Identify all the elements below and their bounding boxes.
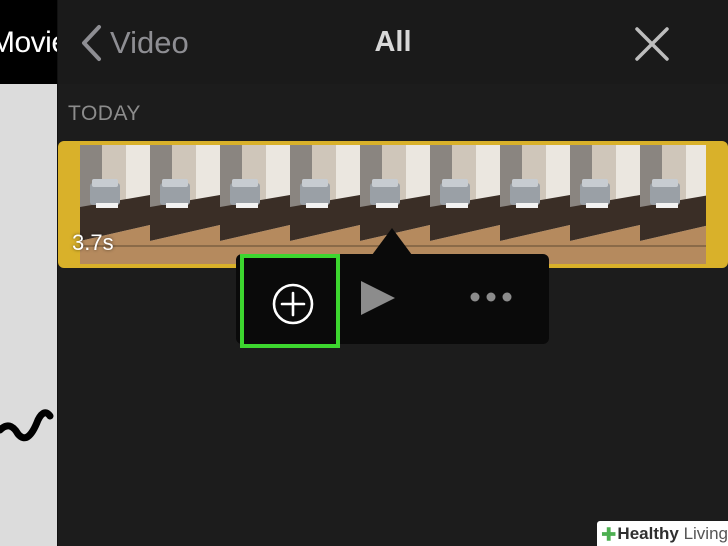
left-title: Movie xyxy=(0,26,57,59)
left-header: Movie xyxy=(0,0,57,84)
close-button[interactable] xyxy=(632,24,672,64)
popover-arrow xyxy=(372,228,412,255)
clip-frame-thumbnail xyxy=(150,145,220,264)
play-icon xyxy=(361,281,395,315)
clip-action-popover xyxy=(236,254,549,348)
more-icon xyxy=(470,292,512,302)
clip-frame-thumbnail xyxy=(220,145,290,264)
clip-frame-thumbnail xyxy=(640,145,706,264)
watermark: Healthy Living xyxy=(597,521,728,546)
clip-duration: 3.7s xyxy=(72,230,114,255)
clip-frame-thumbnail xyxy=(500,145,570,264)
more-button[interactable] xyxy=(466,284,516,315)
clip-frame-thumbnail xyxy=(290,145,360,264)
section-header: TODAY xyxy=(68,102,141,125)
scribble-drawing xyxy=(0,409,54,442)
nav-bar: Video All xyxy=(58,0,728,84)
add-clip-button[interactable] xyxy=(240,254,340,348)
watermark-text: Healthy Living xyxy=(617,523,728,543)
add-icon xyxy=(272,283,314,325)
clip-frame-thumbnail xyxy=(430,145,500,264)
media-browser: Video All TODAY 3.7s xyxy=(58,0,728,546)
play-button[interactable] xyxy=(358,278,398,323)
clip-frame-thumbnail xyxy=(570,145,640,264)
close-icon xyxy=(635,27,669,61)
left-pane: Movie xyxy=(0,0,57,546)
plus-logo-icon xyxy=(601,526,616,541)
page-title: All xyxy=(374,26,412,58)
